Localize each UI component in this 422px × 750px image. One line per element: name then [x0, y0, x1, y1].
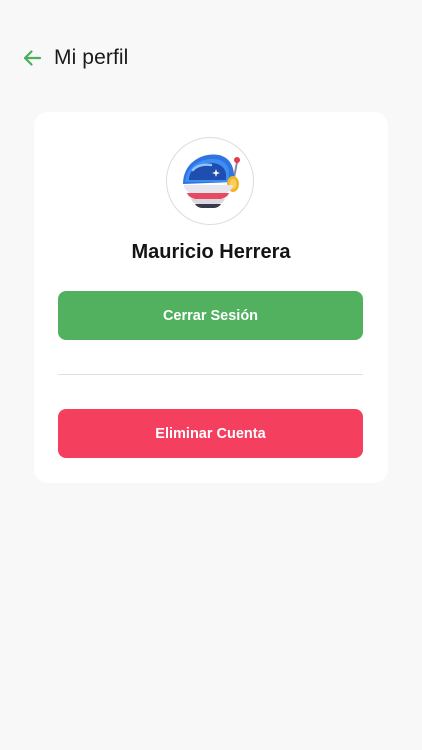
back-button[interactable] — [20, 46, 44, 70]
divider — [58, 374, 363, 375]
avatar — [166, 137, 254, 225]
delete-account-button-label: Eliminar Cuenta — [155, 425, 266, 442]
astronaut-helmet-icon — [183, 154, 240, 208]
profile-screen: Mi perfil Mauricio Herrera Cerrar Sesión… — [0, 0, 422, 750]
logout-button[interactable]: Cerrar Sesión — [58, 291, 363, 340]
user-name: Mauricio Herrera — [131, 241, 291, 263]
profile-card: Mauricio Herrera Cerrar Sesión Eliminar … — [34, 112, 388, 483]
logout-button-label: Cerrar Sesión — [162, 307, 259, 324]
header: Mi perfil — [20, 40, 128, 76]
delete-account-button[interactable]: Eliminar Cuenta — [58, 409, 363, 458]
page-title: Mi perfil — [54, 46, 129, 69]
arrow-left-icon — [23, 50, 42, 66]
